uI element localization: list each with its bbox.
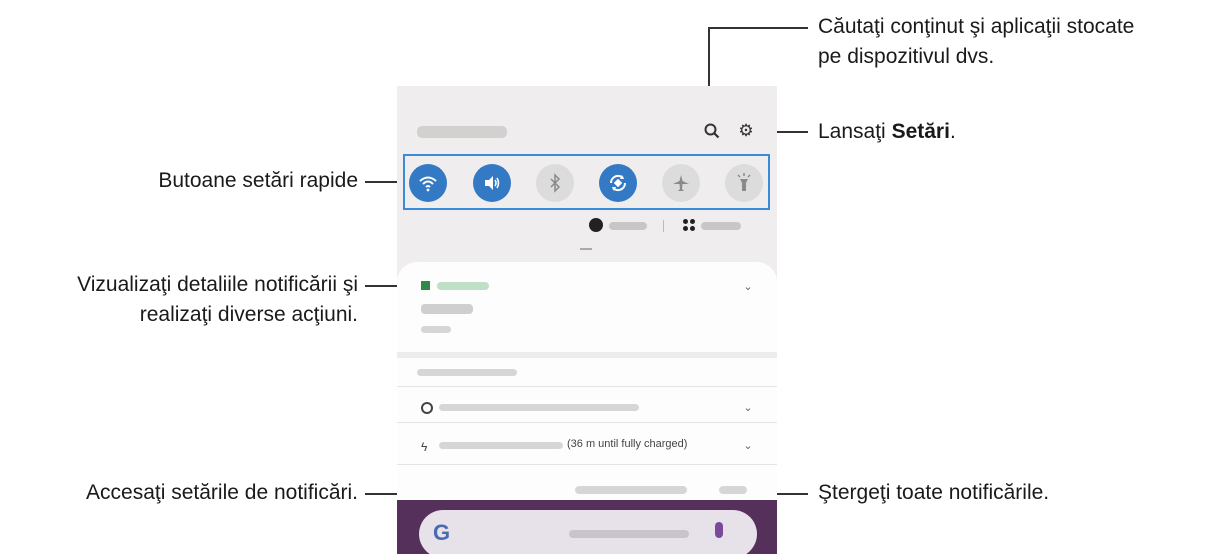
clear-button[interactable] — [719, 486, 747, 494]
date-time — [417, 126, 507, 138]
devices-label[interactable] — [701, 222, 741, 230]
chevron-down-icon[interactable]: ⌄ — [742, 440, 754, 452]
search-bar-text — [569, 530, 689, 538]
media-label[interactable] — [609, 222, 647, 230]
gear-icon[interactable]: ⚙ — [737, 122, 755, 140]
panel-handle[interactable] — [580, 248, 592, 250]
chevron-down-icon[interactable]: ⌄ — [742, 402, 754, 414]
android-system-text — [439, 404, 639, 411]
bluetooth-icon[interactable] — [536, 164, 574, 202]
callout-search-line1: Căutaţi conţinut şi aplicaţii stocate — [818, 15, 1135, 38]
chevron-down-icon[interactable]: ⌄ — [742, 281, 754, 293]
callout-search-line2: pe dispozitivul dvs. — [818, 45, 995, 68]
google-logo-icon: G — [433, 520, 451, 545]
airplane-icon[interactable] — [662, 164, 700, 202]
callout-settings-suffix: . — [949, 120, 956, 143]
callout-notification-line2: realizaţi diverse acţiuni. — [139, 303, 358, 326]
callout-notification-line1: Vizualizaţi detaliile notificării şi — [77, 273, 358, 296]
notification-text — [421, 326, 451, 333]
notification-card: ⌄ ⌄ ϟ (36 m until fully charged) ⌄ — [397, 262, 777, 514]
charging-app-text — [439, 442, 563, 449]
callout-settings-prefix: Lansaţi — [818, 120, 892, 143]
callout-clear: Ştergeţi toate notificările. — [818, 481, 1050, 504]
notification-app-name — [437, 282, 489, 290]
media-separator — [663, 220, 664, 232]
divider — [397, 464, 777, 465]
media-devices-row — [587, 216, 767, 236]
leader-search-h — [708, 27, 808, 29]
section-divider — [397, 352, 777, 358]
charging-time-text: (36 m until fully charged) — [567, 438, 688, 450]
silent-notifications-header — [417, 369, 517, 376]
quick-settings-panel — [403, 154, 770, 210]
media-play-icon[interactable] — [589, 218, 603, 232]
devices-grid-icon[interactable] — [683, 219, 695, 231]
callout-quick-settings: Butoane setări rapide — [158, 169, 358, 192]
rotate-icon[interactable] — [599, 164, 637, 202]
callout-settings-bold: Setări — [891, 120, 950, 143]
mic-icon[interactable] — [715, 522, 723, 538]
divider — [397, 422, 777, 423]
callout-notification-settings: Accesaţi setările de notificări. — [86, 481, 358, 504]
flashlight-icon[interactable] — [725, 164, 763, 202]
divider — [397, 386, 777, 387]
callout-notification: Vizualizaţi detaliile notificării şi rea… — [77, 270, 358, 330]
callout-settings: Lansaţi Setări. — [818, 117, 956, 147]
sound-icon[interactable] — [473, 164, 511, 202]
notification-title — [421, 304, 473, 314]
home-search-bar[interactable]: G — [419, 510, 757, 554]
notification-settings-button[interactable] — [575, 486, 687, 494]
callout-search: Căutaţi conţinut şi aplicaţii stocate pe… — [818, 12, 1134, 72]
wifi-icon[interactable] — [409, 164, 447, 202]
phone-screen: ⚙ ⌄ ⌄ ϟ (36 m until fully charged) ⌄ G — [397, 86, 777, 554]
calendar-icon — [421, 281, 430, 290]
search-icon[interactable] — [703, 122, 721, 140]
bolt-icon: ϟ — [421, 440, 428, 454]
android-system-icon — [421, 402, 433, 414]
